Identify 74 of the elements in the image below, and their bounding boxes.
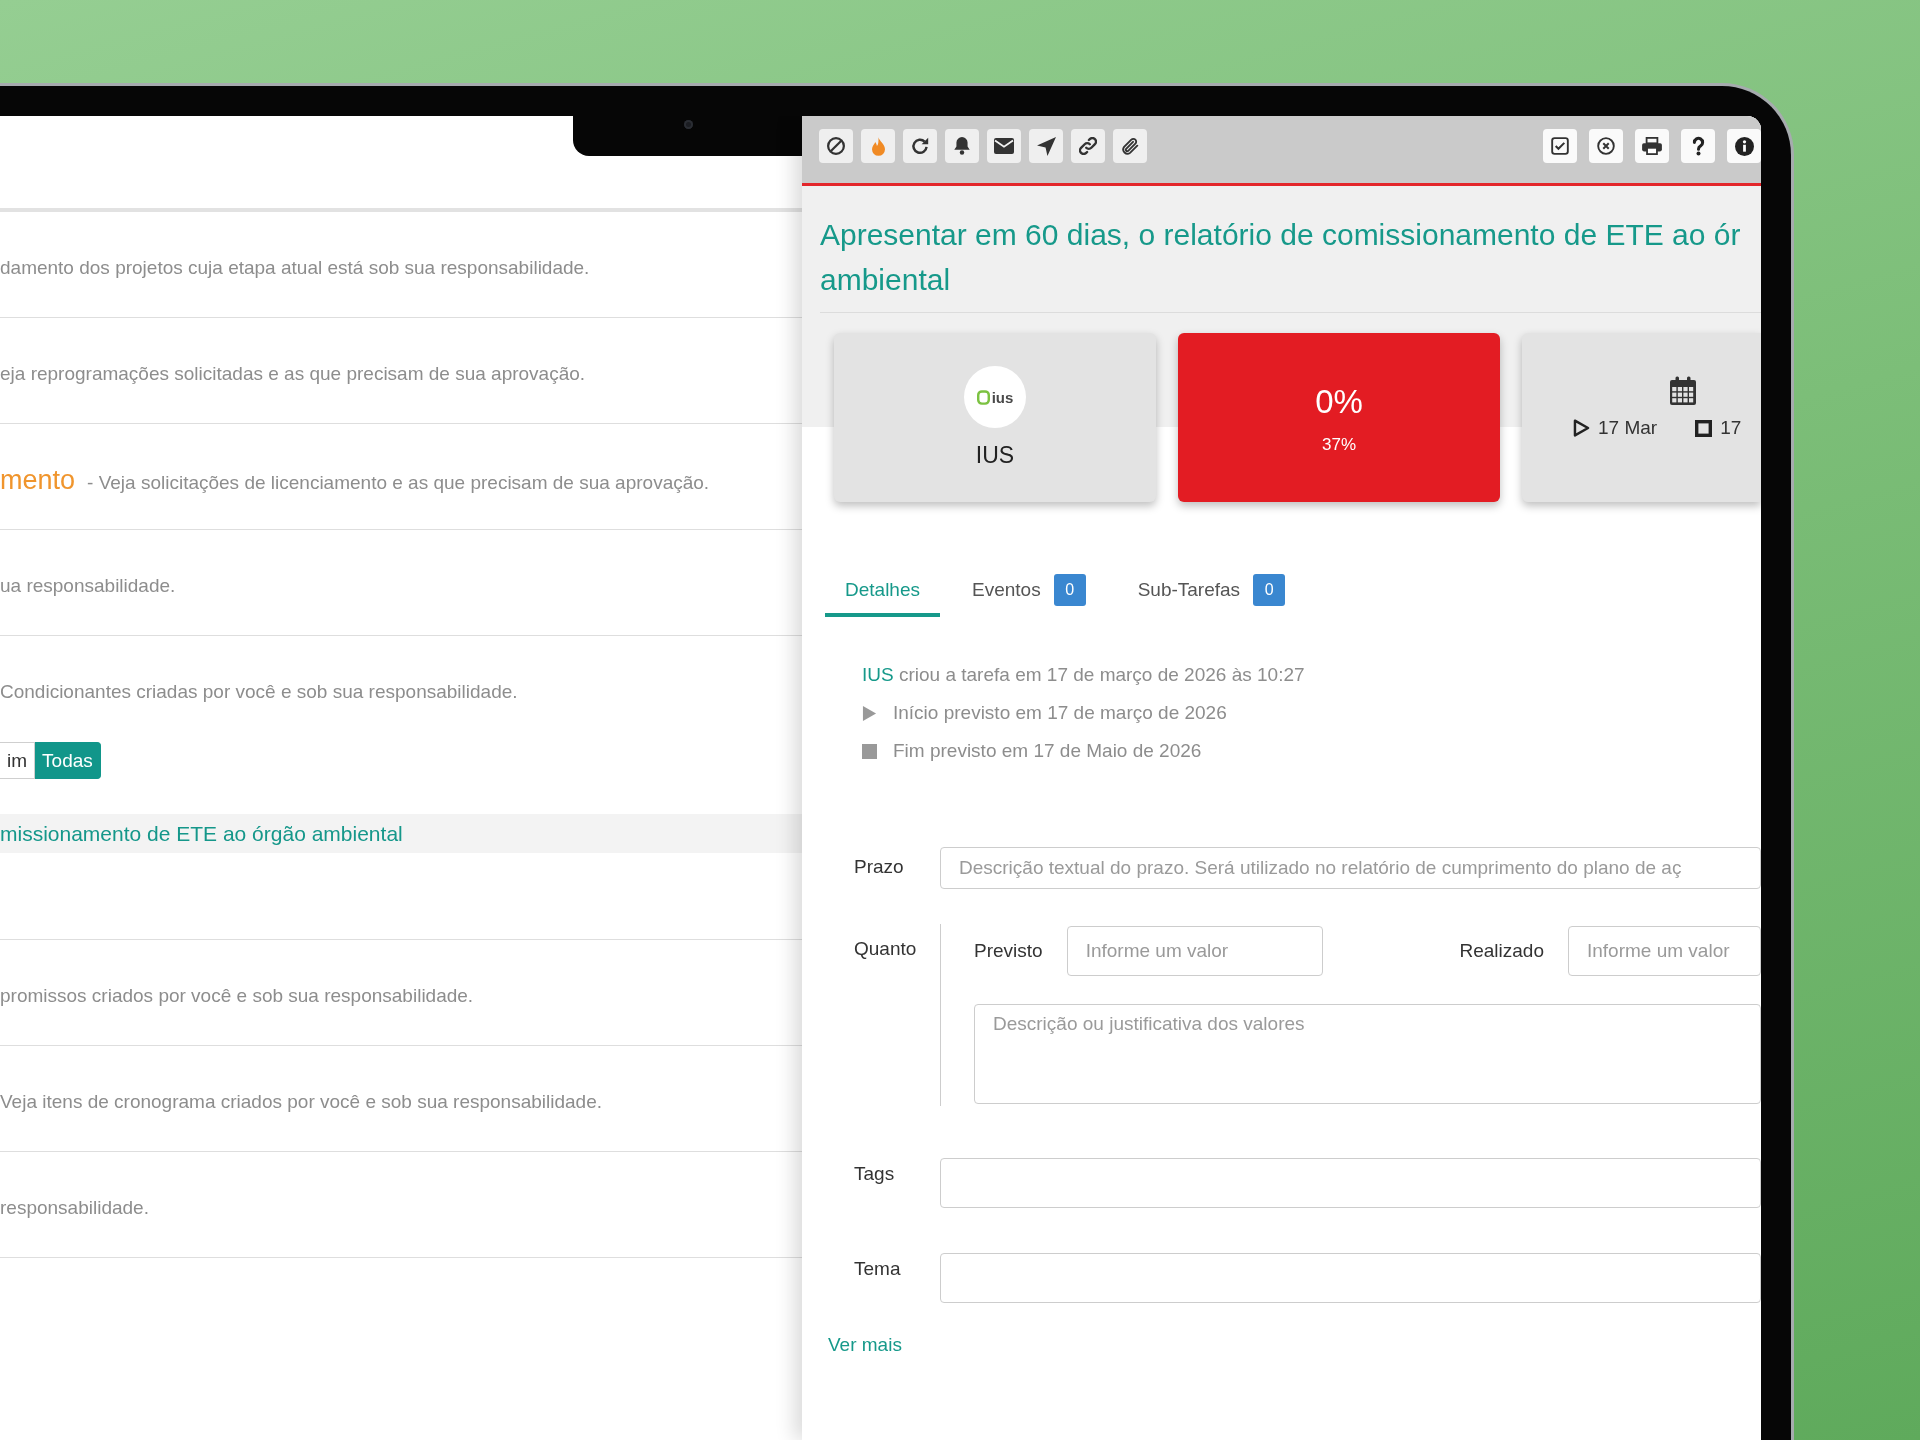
logo-text: ius: [991, 388, 1014, 406]
tab[interactable]: Sub-Tarefas 0: [1117, 567, 1306, 617]
play-icon: [862, 704, 877, 722]
toolbar-button[interactable]: [1071, 129, 1105, 163]
toolbar-button[interactable]: [819, 129, 853, 163]
camera-lens-icon: [684, 120, 693, 129]
expected-progress: 37%: [1322, 434, 1356, 456]
field-label: Tags: [854, 1162, 896, 1186]
section-description: Veja itens de cronograma criados por você e sob sua responsabilidade.: [0, 1089, 603, 1114]
paperclip-icon: [1121, 136, 1139, 156]
logo-mark-icon: [976, 389, 990, 405]
ban-icon: [827, 137, 845, 155]
tab[interactable]: Detalhes: [825, 567, 940, 617]
toolbar-button[interactable]: [1589, 129, 1623, 163]
filter-button[interactable]: im: [0, 742, 36, 779]
checkbox-icon: [1551, 137, 1569, 155]
task-row[interactable]: missionamento de ETE ao órgão ambiental: [0, 814, 802, 853]
count-badge: 0: [1053, 574, 1086, 606]
task-link[interactable]: missionamento de ETE ao órgão ambiental: [0, 821, 403, 846]
owner-name: IUS: [975, 441, 1015, 469]
field-label: Previsto: [974, 940, 1043, 962]
section-description: promissos criados por você e sob sua responsabilidade.: [0, 983, 474, 1008]
input-field[interactable]: Descrição textual do prazo. Será utilizado no relatório de cumprimento do plano de aç: [940, 847, 1761, 889]
task-title: Apresentar em 60 dias, o relatório de comissionamento de ETE ao ór ambiental: [820, 217, 1742, 298]
text-area[interactable]: Descrição ou justificativa dos valores: [974, 1004, 1761, 1104]
field-label: Quanto: [854, 937, 918, 961]
square-icon: [1695, 419, 1713, 437]
author-link[interactable]: IUS: [862, 664, 894, 685]
toolbar-button[interactable]: [945, 129, 979, 163]
toolbar-button[interactable]: [987, 129, 1021, 163]
refresh-icon: [911, 137, 929, 155]
tab[interactable]: Eventos 0: [952, 567, 1106, 617]
end-date: 17: [1720, 417, 1742, 439]
square-icon: [862, 743, 877, 759]
section-description: eja reprogramações solicitadas e as que precisam de sua aprovação.: [0, 361, 586, 386]
input-field[interactable]: [940, 1253, 1761, 1303]
toolbar-button[interactable]: [1113, 129, 1147, 163]
toolbar-button[interactable]: [1029, 129, 1063, 163]
count-badge: 0: [1253, 574, 1286, 606]
start-date: 17 Mar: [1598, 417, 1658, 439]
filter-button[interactable]: Todas: [35, 742, 101, 779]
section-description: - Veja solicitações de licenciamento e as que precisam de sua aprovação.: [87, 470, 710, 495]
input-field[interactable]: Informe um valor: [1066, 926, 1323, 976]
close-circle-icon: [1597, 137, 1615, 155]
input-field[interactable]: [940, 1158, 1761, 1208]
section-description: Condicionantes criadas por você e sob sua responsabilidade.: [0, 680, 518, 704]
toolbar-button[interactable]: [903, 129, 937, 163]
bell-icon: [954, 137, 970, 155]
flame-icon: [871, 136, 885, 156]
field-label: Prazo: [854, 855, 905, 879]
planned-end-text: Fim previsto em 17 de Maio de 2026: [893, 739, 1202, 763]
progress-value: 0%: [1315, 382, 1363, 422]
calendar-icon: [1669, 376, 1697, 406]
paper-plane-icon: [1036, 136, 1056, 156]
section-description: damento dos projetos cuja etapa atual está sob sua responsabilidade.: [0, 255, 590, 280]
section-description: responsabilidade.: [0, 1195, 149, 1220]
activity-text: IUS criou a tarefa em 17 de março de 2026 às 10:27: [862, 663, 1305, 687]
envelope-icon: [994, 138, 1014, 154]
help-icon: [1691, 136, 1705, 156]
section-description: ua responsabilidade.: [0, 573, 176, 598]
field-label: Realizado: [1459, 940, 1544, 962]
toolbar-button[interactable]: [1681, 129, 1715, 163]
toolbar-button[interactable]: [1635, 129, 1669, 163]
planned-start-text: Início previsto em 17 de março de 2026: [893, 701, 1227, 725]
section-title[interactable]: mento: [0, 464, 76, 495]
play-icon: [1573, 419, 1590, 437]
link-icon: [1079, 137, 1097, 155]
toolbar-button[interactable]: [1543, 129, 1577, 163]
info-icon: [1734, 136, 1754, 156]
input-field[interactable]: Informe um valor: [1568, 926, 1761, 976]
field-label: Tema: [854, 1257, 902, 1281]
printer-icon: [1642, 137, 1662, 155]
more-link[interactable]: Ver mais: [828, 1334, 902, 1355]
toolbar-button[interactable]: [1727, 129, 1761, 163]
